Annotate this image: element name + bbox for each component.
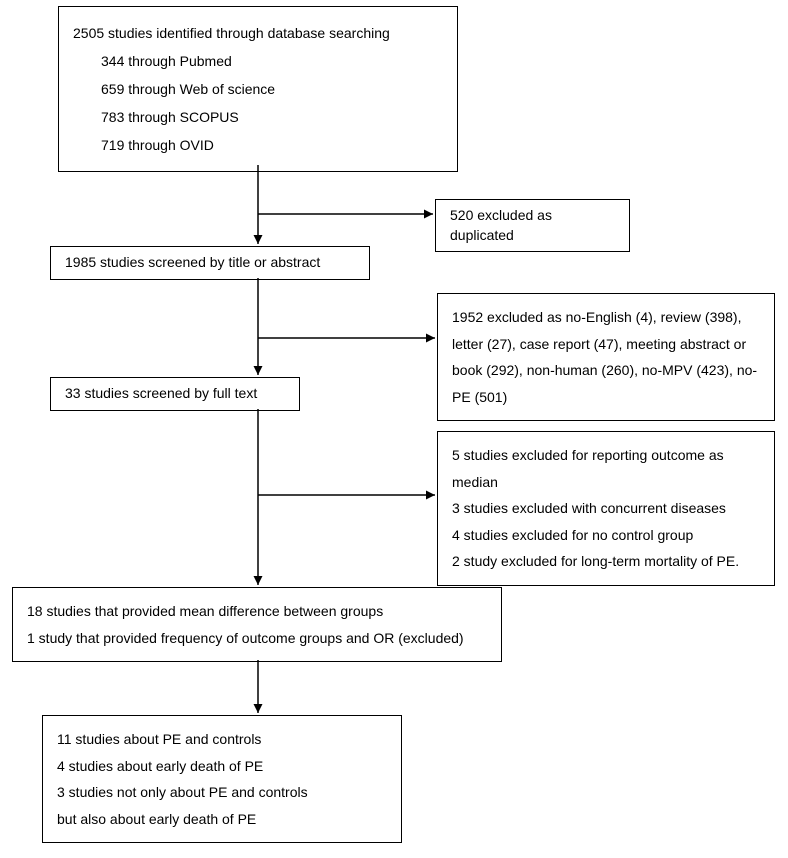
final-l2: 4 studies about early death of PE: [57, 753, 387, 780]
identified-item-ovid: 719 through OVID: [73, 131, 443, 159]
box-final: 11 studies about PE and controls 4 studi…: [42, 715, 402, 843]
box-identified: 2505 studies identified through database…: [58, 6, 458, 172]
excl-full-l2: 3 studies excluded with concurrent disea…: [452, 495, 760, 522]
excl-full-l1: 5 studies excluded for reporting outcome…: [452, 442, 760, 495]
excl-full-l3: 4 studies excluded for no control group: [452, 522, 760, 549]
box-screened-title: 1985 studies screened by title or abstra…: [50, 246, 370, 280]
identified-item-scopus: 783 through SCOPUS: [73, 103, 443, 131]
final-l4: but also about early death of PE: [57, 806, 387, 833]
dup-text: 520 excluded as duplicated: [450, 207, 552, 243]
provided-l2: 1 study that provided frequency of outco…: [27, 625, 487, 652]
final-l3: 3 studies not only about PE and controls: [57, 779, 387, 806]
screened-title-text: 1985 studies screened by title or abstra…: [65, 254, 320, 270]
excl-full-l4: 2 study excluded for long-term mortality…: [452, 548, 760, 575]
box-provided: 18 studies that provided mean difference…: [12, 587, 502, 662]
box-excluded-duplicated: 520 excluded as duplicated: [435, 199, 630, 252]
final-l1: 11 studies about PE and controls: [57, 726, 387, 753]
excl1952-text: 1952 excluded as no-English (4), review …: [452, 309, 757, 405]
box-screened-full: 33 studies screened by full text: [50, 377, 300, 411]
provided-l1: 18 studies that provided mean difference…: [27, 598, 487, 625]
identified-item-pubmed: 344 through Pubmed: [73, 47, 443, 75]
box-excluded-fulltext: 5 studies excluded for reporting outcome…: [437, 431, 775, 586]
identified-header: 2505 studies identified through database…: [73, 19, 443, 47]
box-excluded-1952: 1952 excluded as no-English (4), review …: [437, 293, 775, 421]
screened-full-text: 33 studies screened by full text: [65, 385, 257, 401]
identified-item-wos: 659 through Web of science: [73, 75, 443, 103]
